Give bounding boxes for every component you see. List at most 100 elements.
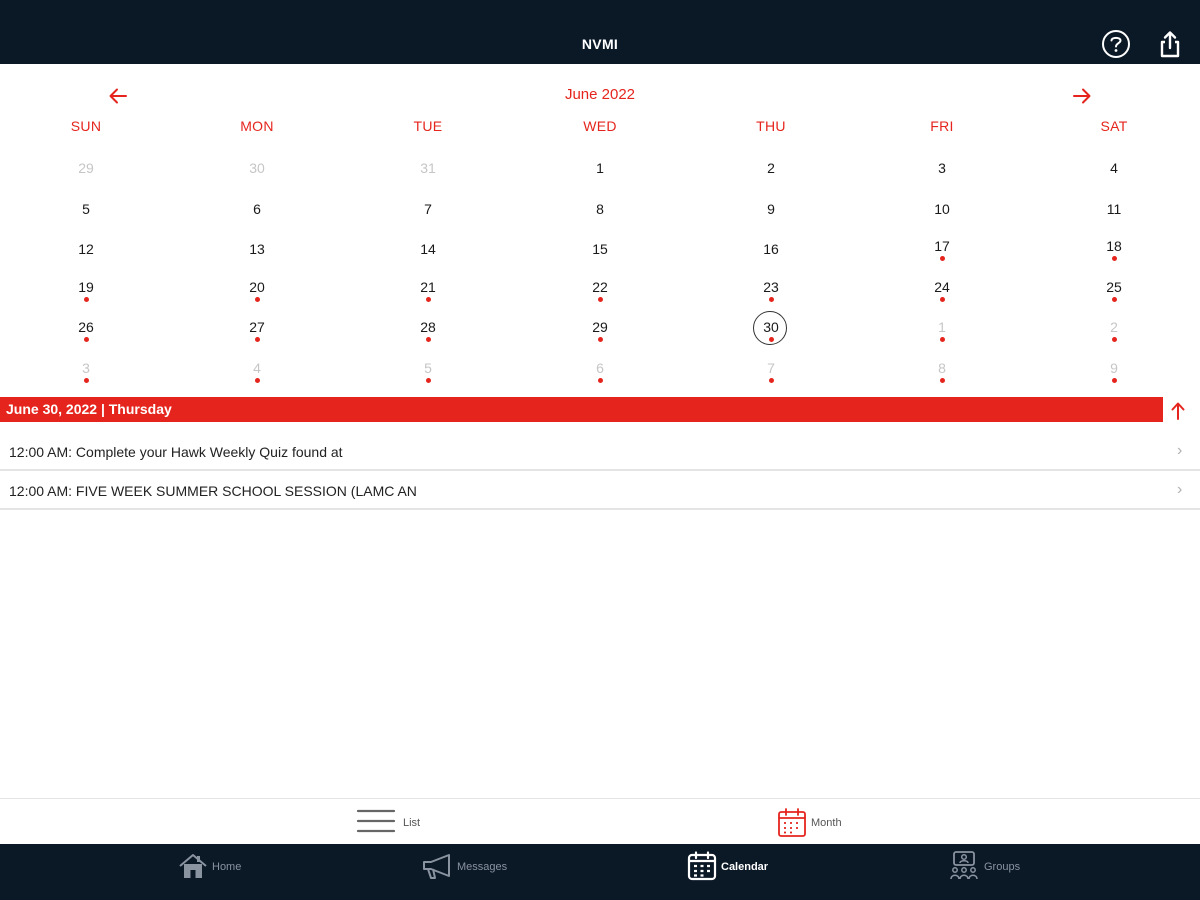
arrow-right-icon (1073, 88, 1091, 104)
calendar-day[interactable]: 8 (912, 351, 972, 391)
tab-calendar[interactable]: Calendar (687, 844, 787, 900)
help-button[interactable] (1101, 29, 1131, 59)
day-number: 31 (420, 160, 436, 176)
event-indicator-dot (1111, 256, 1117, 261)
day-number: 22 (592, 278, 608, 295)
calendar-day[interactable]: 11 (1084, 189, 1144, 229)
month-view-button[interactable]: Month (777, 799, 857, 845)
calendar-day[interactable]: 18 (1084, 229, 1144, 269)
event-indicator-dot (83, 377, 89, 383)
tab-groups[interactable]: Groups (949, 844, 1039, 900)
calendar-day[interactable]: 12 (56, 229, 116, 269)
groups-icon (950, 851, 978, 880)
day-number: 27 (249, 319, 265, 335)
calendar-day[interactable]: 3 (912, 148, 972, 188)
calendar-day[interactable]: 17 (912, 229, 972, 269)
weekday-label: FRI (930, 118, 954, 134)
day-number: 2 (1110, 319, 1118, 335)
day-number: 25 (1106, 278, 1122, 295)
day-number: 21 (420, 278, 436, 295)
calendar-day[interactable]: 29 (56, 148, 116, 188)
calendar-day[interactable]: 2 (741, 148, 801, 188)
calendar-day[interactable]: 4 (227, 351, 287, 391)
day-number: 13 (249, 241, 265, 257)
day-number: 23 (763, 278, 779, 295)
calendar-day[interactable]: 16 (741, 229, 801, 269)
calendar-day[interactable]: 29 (570, 310, 630, 350)
tab-home[interactable]: Home (178, 844, 258, 900)
arrow-up-icon (1171, 402, 1185, 420)
event-indicator-dot (597, 337, 603, 342)
day-number: 4 (253, 359, 261, 376)
calendar-day[interactable]: 2 (1084, 310, 1144, 350)
calendar-day[interactable]: 20 (227, 270, 287, 310)
chevron-right-icon: › (1177, 442, 1183, 459)
collapse-calendar-button[interactable] (1168, 400, 1188, 422)
calendar-day[interactable]: 5 (398, 351, 458, 391)
event-row[interactable]: 12:00 AM: FIVE WEEK SUMMER SCHOOL SESSIO… (0, 471, 1200, 510)
home-icon (179, 854, 207, 878)
day-number: 28 (420, 319, 436, 335)
day-number: 4 (1110, 160, 1118, 176)
calendar-day[interactable]: 8 (570, 189, 630, 229)
calendar-day[interactable]: 6 (227, 189, 287, 229)
calendar-day[interactable]: 1 (570, 148, 630, 188)
calendar-day[interactable]: 23 (741, 270, 801, 310)
bottom-tab-bar: Home Messages Calendar Groups (0, 844, 1200, 900)
calendar-day[interactable]: 19 (56, 270, 116, 310)
calendar-day[interactable]: 13 (227, 229, 287, 269)
weekday-label: SUN (70, 118, 102, 134)
day-number: 12 (78, 241, 94, 257)
event-row[interactable]: 12:00 AM: Complete your Hawk Weekly Quiz… (0, 432, 1200, 471)
day-number: 7 (767, 359, 775, 376)
share-button[interactable] (1156, 29, 1184, 59)
view-switch: List Month (0, 798, 1200, 845)
calendar-day[interactable]: 9 (1084, 351, 1144, 391)
event-indicator-dot (83, 337, 89, 342)
day-number: 8 (938, 359, 946, 376)
calendar-day[interactable]: 5 (56, 189, 116, 229)
day-number: 26 (78, 319, 94, 335)
calendar-day[interactable]: 30 (227, 148, 287, 188)
month-label: June 2022 (564, 86, 636, 103)
calendar-day[interactable]: 7 (741, 351, 801, 391)
calendar-day[interactable]: 22 (570, 270, 630, 310)
calendar-day[interactable]: 7 (398, 189, 458, 229)
day-number: 29 (592, 319, 608, 335)
weekday-label: WED (583, 118, 617, 134)
calendar-day[interactable]: 15 (570, 229, 630, 269)
calendar-day[interactable]: 26 (56, 310, 116, 350)
calendar-day[interactable]: 31 (398, 148, 458, 188)
calendar-day[interactable]: 4 (1084, 148, 1144, 188)
calendar-day[interactable]: 3 (56, 351, 116, 391)
day-number: 11 (1106, 200, 1122, 217)
tab-messages[interactable]: Messages (421, 844, 521, 900)
day-number: 30 (249, 160, 265, 176)
day-number: 14 (420, 241, 436, 257)
calendar-day[interactable]: 25 (1084, 270, 1144, 310)
calendar-day[interactable]: 10 (912, 189, 972, 229)
calendar-day[interactable]: 27 (227, 310, 287, 350)
day-number: 9 (767, 200, 775, 217)
day-number: 20 (249, 278, 265, 295)
event-indicator-dot (1111, 296, 1117, 302)
calendar-day[interactable]: 6 (570, 351, 630, 391)
megaphone-icon (423, 854, 450, 879)
calendar-day-selected[interactable]: 30 (741, 310, 801, 350)
calendar-day[interactable]: 14 (398, 229, 458, 269)
event-indicator-dot (597, 377, 603, 383)
weekday-label: SAT (1100, 118, 1128, 134)
chevron-right-icon: › (1177, 481, 1183, 498)
calendar-day[interactable]: 24 (912, 270, 972, 310)
calendar-day[interactable]: 21 (398, 270, 458, 310)
calendar-day[interactable]: 28 (398, 310, 458, 350)
calendar-day[interactable]: 1 (912, 310, 972, 350)
list-view-button[interactable]: List (356, 799, 436, 845)
day-number: 8 (596, 200, 604, 217)
next-month-button[interactable] (1066, 84, 1096, 108)
day-number: 10 (934, 200, 950, 217)
calendar-day[interactable]: 9 (741, 189, 801, 229)
day-number: 3 (938, 160, 946, 176)
event-indicator-dot (1111, 377, 1117, 383)
event-indicator-dot (425, 377, 431, 383)
